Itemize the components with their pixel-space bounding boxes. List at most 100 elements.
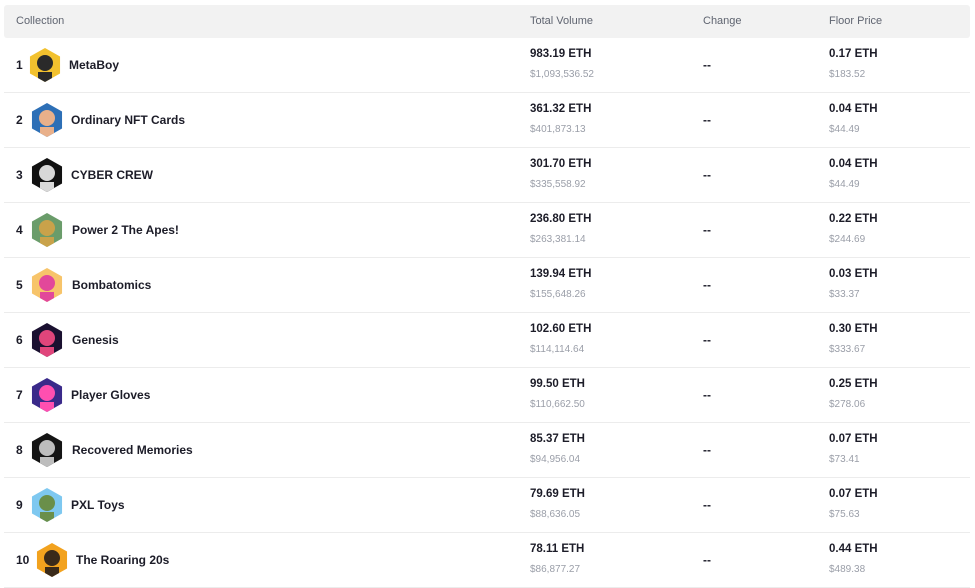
collection-avatar[interactable] [36,543,68,577]
total-volume-usd: $401,873.13 [530,124,586,135]
total-volume-eth: 361.32 ETH [530,103,592,115]
change-value: -- [703,498,711,512]
table-header: Collection Total Volume Change Floor Pri… [4,5,970,38]
floor-price-eth: 0.04 ETH [829,103,878,115]
floor-price-eth: 0.30 ETH [829,323,878,335]
floor-price-eth: 0.07 ETH [829,488,878,500]
rank-number: 2 [16,113,23,127]
rank-number: 6 [16,333,23,347]
collection-avatar-image [29,48,61,82]
change-value: -- [703,113,711,127]
floor-price-usd: $33.37 [829,289,860,300]
table-row[interactable]: 5 Bombatomics 139.94 ETH $155,648.26 -- 0.03 … [4,258,970,313]
floor-price-usd: $278.06 [829,399,866,410]
collection-name[interactable]: Genesis [72,333,119,347]
collection-avatar[interactable] [31,213,63,247]
rank-number: 5 [16,278,23,292]
rank-number: 1 [16,58,23,72]
rank-number: 10 [16,553,30,567]
floor-price-eth: 0.07 ETH [829,433,878,445]
rank-number: 9 [16,498,23,512]
collection-name[interactable]: Power 2 The Apes! [72,223,179,237]
collection-avatar-image [31,488,63,522]
rank-number: 7 [16,388,23,402]
collection-avatar[interactable] [31,378,63,412]
header-floor-price[interactable]: Floor Price [829,15,882,27]
collection-name[interactable]: Bombatomics [72,278,151,292]
floor-price-eth: 0.44 ETH [829,543,878,555]
rank-number: 4 [16,223,23,237]
total-volume-eth: 301.70 ETH [530,158,592,170]
floor-price-usd: $183.52 [829,69,866,80]
rank-number: 8 [16,443,23,457]
table-row[interactable]: 8 Recovered Memories 85.37 ETH $94,956.04 --… [4,423,970,478]
total-volume-usd: $1,093,536.52 [530,69,594,80]
total-volume-eth: 102.60 ETH [530,323,592,335]
table-body: 1 MetaBoy 983.19 ETH $1,093,536.52 -- 0.17 ET… [4,38,970,588]
total-volume-eth: 139.94 ETH [530,268,592,280]
floor-price-eth: 0.03 ETH [829,268,878,280]
floor-price-usd: $73.41 [829,454,860,465]
total-volume-usd: $263,381.14 [530,234,586,245]
collection-avatar[interactable] [31,488,63,522]
collection-avatar[interactable] [29,48,61,82]
total-volume-usd: $155,648.26 [530,289,586,300]
change-value: -- [703,278,711,292]
collection-avatar[interactable] [31,323,63,357]
collection-name[interactable]: CYBER CREW [71,168,153,182]
collection-avatar-image [31,158,63,192]
collection-avatar[interactable] [31,433,63,467]
collection-avatar[interactable] [31,268,63,302]
collection-name[interactable]: PXL Toys [71,498,125,512]
table-row[interactable]: 4 Power 2 The Apes! 236.80 ETH $263,381.14 -… [4,203,970,258]
total-volume-usd: $114,114.64 [530,344,585,355]
change-value: -- [703,553,711,567]
change-value: -- [703,58,711,72]
table-row[interactable]: 2 Ordinary NFT Cards 361.32 ETH $401,873.13… [4,93,970,148]
total-volume-usd: $94,956.04 [530,454,581,465]
collection-name[interactable]: Ordinary NFT Cards [71,113,185,127]
collection-name[interactable]: Player Gloves [71,388,150,402]
floor-price-usd: $75.63 [829,509,860,520]
change-value: -- [703,333,711,347]
collection-avatar[interactable] [31,158,63,192]
floor-price-usd: $44.49 [829,124,860,135]
collection-avatar-image [31,323,63,357]
floor-price-eth: 0.22 ETH [829,213,878,225]
header-total-volume[interactable]: Total Volume [530,15,593,27]
change-value: -- [703,443,711,457]
collection-avatar-image [36,543,68,577]
table-row[interactable]: 7 Player Gloves 99.50 ETH $110,662.50 -- 0.25… [4,368,970,423]
floor-price-usd: $244.69 [829,234,866,245]
total-volume-eth: 983.19 ETH [530,48,592,60]
table-row[interactable]: 6 Genesis 102.60 ETH $114,114.64 -- 0.30 ETH $… [4,313,970,368]
floor-price-eth: 0.04 ETH [829,158,878,170]
total-volume-usd: $110,662.50 [530,399,585,410]
total-volume-eth: 99.50 ETH [530,378,585,390]
rank-number: 3 [16,168,23,182]
table-row[interactable]: 9 PXL Toys 79.69 ETH $88,636.05 -- 0.07 ETH $7… [4,478,970,533]
collection-avatar-image [31,433,63,467]
table-row[interactable]: 1 MetaBoy 983.19 ETH $1,093,536.52 -- 0.17 ET… [4,38,970,93]
change-value: -- [703,168,711,182]
change-value: -- [703,388,711,402]
total-volume-usd: $88,636.05 [530,509,581,520]
header-change[interactable]: Change [703,15,742,27]
table-row[interactable]: 10 The Roaring 20s 78.11 ETH $86,877.27 -- 0.… [4,533,970,588]
collection-name[interactable]: Recovered Memories [72,443,193,457]
total-volume-eth: 236.80 ETH [530,213,592,225]
total-volume-usd: $86,877.27 [530,564,581,575]
change-value: -- [703,223,711,237]
header-collection[interactable]: Collection [16,15,64,27]
floor-price-usd: $333.67 [829,344,866,355]
total-volume-usd: $335,558.92 [530,179,586,190]
floor-price-usd: $44.49 [829,179,860,190]
collection-name[interactable]: MetaBoy [69,58,119,72]
collection-avatar-image [31,378,63,412]
collection-avatar-image [31,213,63,247]
collection-avatar-image [31,268,63,302]
collection-name[interactable]: The Roaring 20s [76,553,169,567]
collection-avatar[interactable] [31,103,63,137]
total-volume-eth: 85.37 ETH [530,433,585,445]
table-row[interactable]: 3 CYBER CREW 301.70 ETH $335,558.92 -- 0.04 E… [4,148,970,203]
